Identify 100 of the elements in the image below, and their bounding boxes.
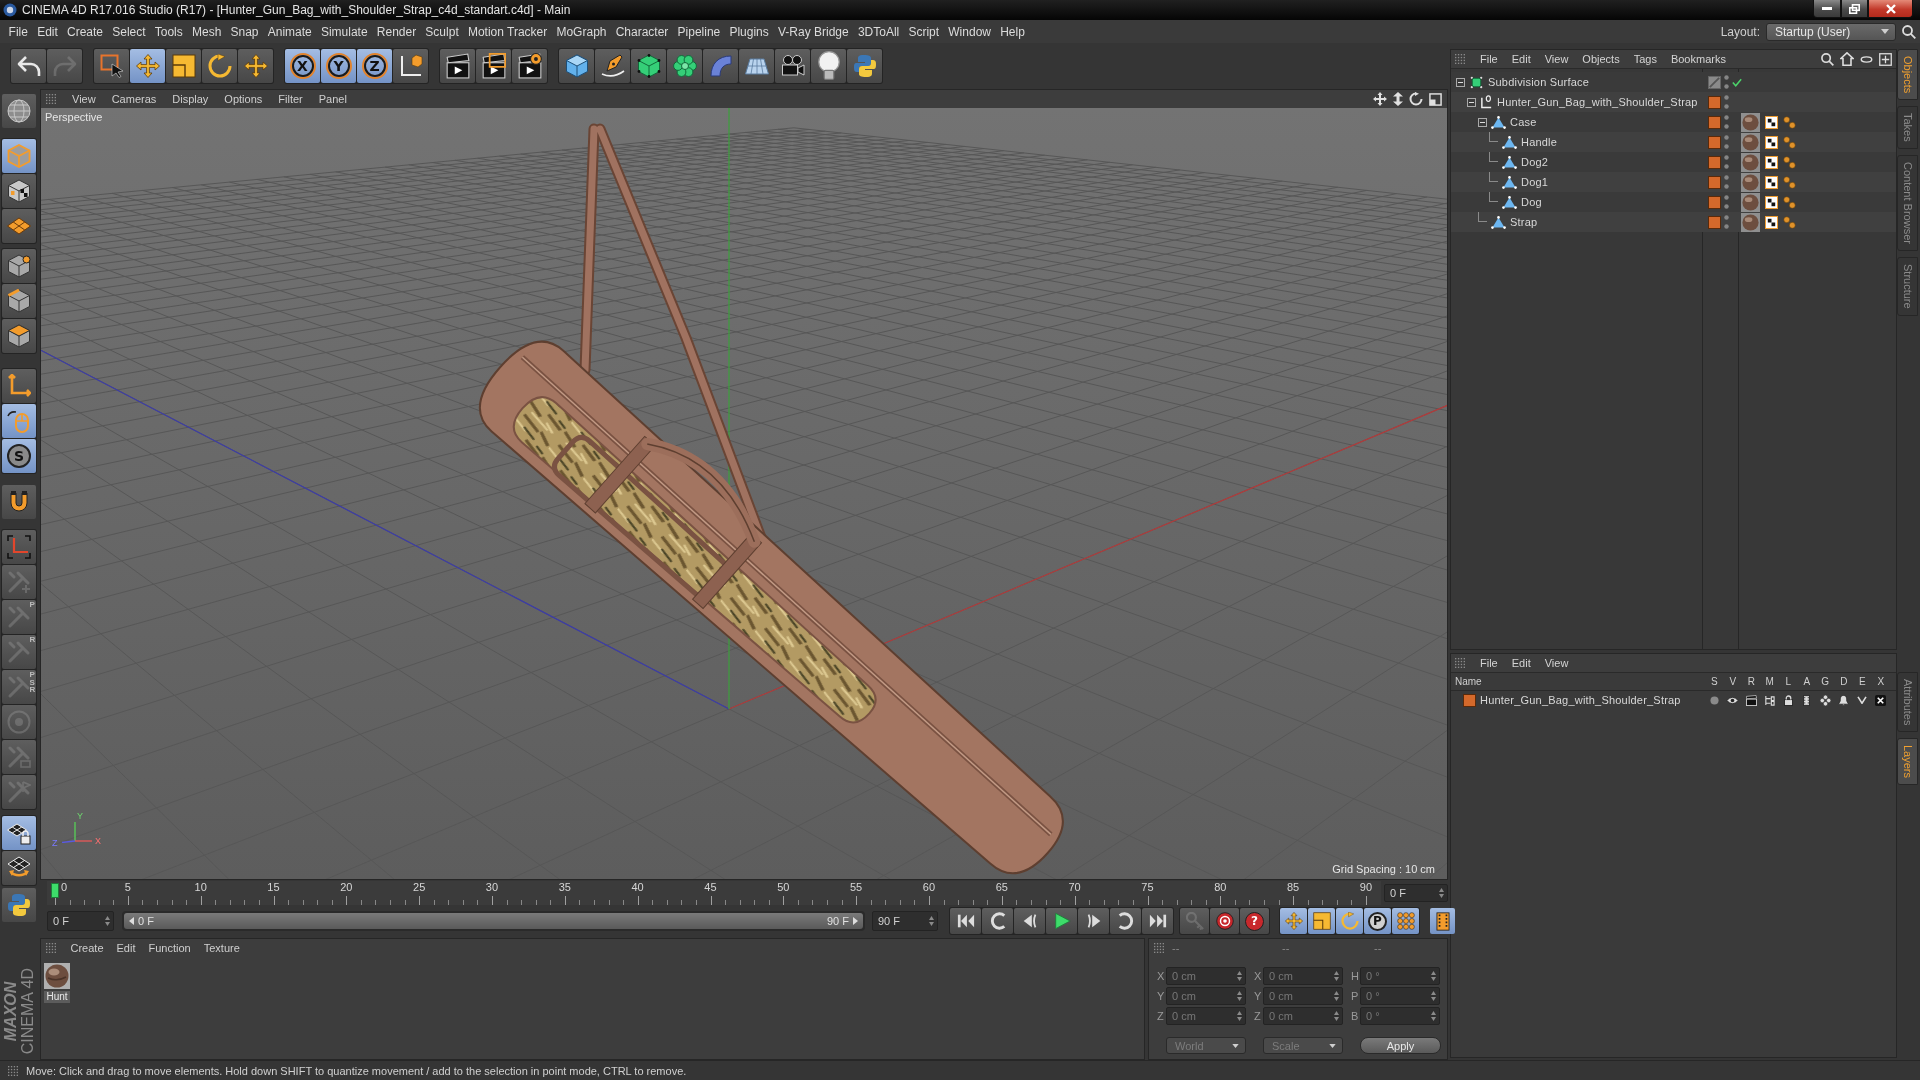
menu-item[interactable]: 3DToAll <box>853 24 904 39</box>
side-tab[interactable]: Layers <box>1897 738 1918 786</box>
layer-color-icon[interactable] <box>1708 135 1721 149</box>
menu-item[interactable]: Select <box>107 24 151 39</box>
points-mode-button[interactable] <box>2 249 36 283</box>
rotate-view-icon[interactable] <box>1409 92 1423 106</box>
flower-icon[interactable] <box>1819 694 1831 706</box>
next-frame-button[interactable] <box>1078 908 1109 934</box>
check-icon[interactable] <box>1732 77 1742 87</box>
viewport-menu-item[interactable]: Panel <box>310 93 355 105</box>
chevron-icon[interactable] <box>1857 696 1868 704</box>
maximize-icon[interactable] <box>1429 92 1442 106</box>
side-tab[interactable]: Objects <box>1897 49 1918 101</box>
pen-button[interactable] <box>595 48 630 83</box>
previous-frame-button[interactable] <box>1014 908 1045 934</box>
visibility-dots-icon[interactable] <box>1724 115 1729 129</box>
current-frame-field[interactable]: 0 F <box>1384 884 1448 902</box>
edges-mode-button[interactable] <box>2 284 36 318</box>
texture-tag-icon[interactable] <box>1765 195 1778 209</box>
visibility-dots-icon[interactable] <box>1724 75 1729 89</box>
dot-icon[interactable] <box>1709 695 1719 705</box>
no-layer-icon[interactable] <box>1708 75 1721 89</box>
layer-menu-item[interactable]: View <box>1537 657 1576 669</box>
axis-mode-button[interactable] <box>2 369 36 403</box>
collapse-icon[interactable] <box>1456 77 1465 87</box>
menu-item[interactable]: Edit <box>32 24 63 39</box>
menu-item[interactable]: Sculpt <box>420 24 464 39</box>
object-row[interactable]: Dog1 <box>1451 172 1896 192</box>
sphere-mode-button[interactable] <box>2 94 36 128</box>
selection-tag-icon[interactable] <box>1783 175 1796 189</box>
texture-tag-icon[interactable] <box>1765 135 1778 149</box>
selection-tag-icon[interactable] <box>1783 135 1796 149</box>
hierarchy-icon[interactable] <box>1764 694 1776 706</box>
menu-item[interactable]: V-Ray Bridge <box>773 24 854 39</box>
parameter-key-button[interactable]: P <box>1364 908 1391 934</box>
undo-button[interactable] <box>11 48 46 83</box>
selection-tool-button[interactable] <box>94 48 129 83</box>
object-menu-item[interactable]: Edit <box>1504 53 1538 65</box>
collapse-icon[interactable] <box>1478 117 1487 127</box>
material-menu-item[interactable]: Create <box>64 942 111 954</box>
material-tag-icon[interactable] <box>1741 172 1760 192</box>
menu-item[interactable]: Character <box>611 24 673 39</box>
object-menu-item[interactable]: Objects <box>1575 53 1627 65</box>
range-fill[interactable]: 0 F 90 F <box>124 913 863 929</box>
visibility-dots-icon[interactable] <box>1724 135 1729 149</box>
move-tool-button[interactable] <box>130 48 165 83</box>
restore-button[interactable] <box>1841 0 1868 18</box>
zoom-view-icon[interactable] <box>1393 92 1403 106</box>
selection-tag-icon[interactable] <box>1783 215 1796 229</box>
layer-color-icon[interactable] <box>1708 155 1721 169</box>
material-tile[interactable]: Hunt <box>44 963 70 1003</box>
object-name[interactable]: Hunter_Gun_Bag_with_Shoulder_Strap <box>1497 96 1698 108</box>
material-tag-icon[interactable] <box>1741 112 1760 132</box>
viewport-menu-item[interactable]: Display <box>164 93 217 105</box>
material-menu-item[interactable]: Texture <box>197 942 247 954</box>
side-tab[interactable]: Content Browser <box>1897 155 1918 251</box>
object-name[interactable]: Strap <box>1510 216 1538 228</box>
camera-button[interactable] <box>775 48 810 83</box>
viewport-canvas[interactable]: Perspective Grid Spacing : 10 cm Y Z X <box>41 108 1447 879</box>
material-tag-icon[interactable] <box>1741 212 1760 232</box>
column-header[interactable]: E <box>1853 676 1872 687</box>
side-tab[interactable]: Structure <box>1897 257 1918 316</box>
workplane-lock-button[interactable] <box>2 816 36 850</box>
move-view-icon[interactable] <box>1373 92 1387 106</box>
material-menu-item[interactable]: Function <box>142 942 198 954</box>
object-name[interactable]: Case <box>1510 116 1537 128</box>
light-button[interactable] <box>811 48 846 83</box>
texture-mode-button[interactable] <box>2 174 36 208</box>
workplane-mode-button[interactable] <box>2 209 36 243</box>
side-tab[interactable]: Attributes <box>1897 671 1918 733</box>
menu-item[interactable]: Simulate <box>316 24 373 39</box>
menu-item[interactable]: Snap <box>225 24 264 39</box>
column-header[interactable]: M <box>1760 676 1779 687</box>
visibility-dots-icon[interactable] <box>1724 215 1729 229</box>
menu-item[interactable]: Pipeline <box>672 24 725 39</box>
layer-menu-item[interactable]: File <box>1473 657 1505 669</box>
layer-color-icon[interactable] <box>1708 175 1721 189</box>
start-frame-field[interactable]: 0 F <box>47 911 114 931</box>
minimize-button[interactable] <box>1813 0 1841 18</box>
object-row[interactable]: Hunter_Gun_Bag_with_Shoulder_Strap <box>1451 92 1896 112</box>
home-icon[interactable] <box>1840 52 1854 66</box>
z-axis-button[interactable]: Z <box>357 48 392 83</box>
clapperboard-icon[interactable] <box>1745 694 1757 706</box>
object-menu-item[interactable]: Tags <box>1626 53 1664 65</box>
axis-lock-button[interactable] <box>2 530 36 564</box>
menu-item[interactable]: File <box>4 24 33 39</box>
render-viewer-button[interactable] <box>476 48 511 83</box>
point-level-button[interactable] <box>1392 908 1419 934</box>
python-button[interactable] <box>2 888 36 922</box>
side-tab[interactable]: Takes <box>1897 106 1918 150</box>
add-icon[interactable] <box>1879 52 1892 66</box>
magnet-button[interactable] <box>2 485 36 519</box>
object-name[interactable]: Handle <box>1521 136 1558 148</box>
coordinate-system-button[interactable] <box>393 48 428 83</box>
playhead-marker[interactable] <box>51 883 59 898</box>
material-tag-icon[interactable] <box>1741 152 1760 172</box>
layout-dropdown[interactable]: Startup (User) <box>1766 22 1896 41</box>
search-icon[interactable] <box>1821 52 1834 66</box>
layer-color-icon[interactable] <box>1463 693 1476 707</box>
viewport-menu-item[interactable]: Filter <box>270 93 311 105</box>
